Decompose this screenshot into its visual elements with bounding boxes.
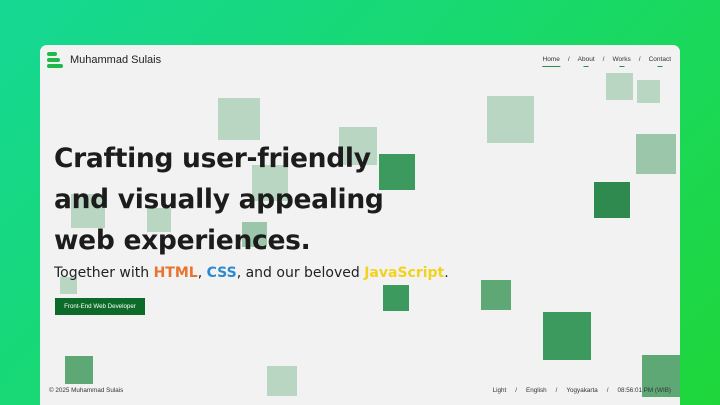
- decor-square: [606, 73, 633, 100]
- nav-separator: /: [567, 56, 570, 63]
- nav-home[interactable]: Home: [543, 56, 560, 67]
- location-text: Yogyakarta: [566, 387, 598, 394]
- nav-separator: /: [638, 56, 641, 63]
- decor-square: [487, 96, 534, 143]
- headline-line: Crafting user-friendly: [54, 143, 371, 174]
- sub-comma: ,: [197, 265, 207, 281]
- theme-toggle[interactable]: Light: [493, 387, 507, 394]
- headline-line: and visually appealing: [54, 184, 384, 215]
- hero-subline: Together with HTML, CSS, and our beloved…: [54, 265, 449, 281]
- decor-square: [65, 356, 93, 384]
- sub-end: .: [444, 265, 449, 281]
- keyword-javascript: JavaScript: [364, 265, 445, 281]
- keyword-css: CSS: [206, 265, 237, 281]
- sub-middle: , and our beloved: [236, 265, 365, 281]
- decor-square: [383, 285, 409, 311]
- footer-info: Light / English / Yogyakarta / 08:56:01 …: [493, 387, 671, 394]
- decor-square: [637, 80, 660, 103]
- brand-name: Muhammad Sulais: [70, 54, 162, 66]
- nav-separator: /: [602, 56, 605, 63]
- nav-works[interactable]: Works: [612, 56, 630, 67]
- headline-line: web experiences.: [54, 225, 311, 256]
- nav-about[interactable]: About: [578, 56, 595, 67]
- page-window: Muhammad Sulais Home / About / Works / C…: [40, 45, 680, 405]
- decor-square: [594, 182, 630, 218]
- footer-separator: /: [515, 387, 518, 394]
- decor-square: [481, 280, 511, 310]
- nav-contact[interactable]: Contact: [649, 56, 671, 67]
- decor-square: [543, 312, 591, 360]
- copyright: © 2025 Muhammad Sulais: [49, 387, 124, 394]
- footer-separator: /: [555, 387, 558, 394]
- logo-icon: [47, 52, 63, 68]
- role-button[interactable]: Front-End Web Developer: [55, 298, 145, 315]
- clock-text: 08:56:01 PM (WIB): [617, 387, 671, 394]
- brand[interactable]: Muhammad Sulais: [47, 52, 161, 68]
- decor-square: [218, 98, 260, 140]
- hero-headline: Crafting user-friendly and visually appe…: [54, 138, 434, 261]
- main-nav: Home / About / Works / Contact: [543, 56, 672, 67]
- sub-prefix: Together with: [54, 265, 154, 281]
- decor-square: [267, 366, 297, 396]
- keyword-html: HTML: [153, 265, 198, 281]
- language-toggle[interactable]: English: [526, 387, 547, 394]
- decor-square: [636, 134, 676, 174]
- footer-separator: /: [606, 387, 609, 394]
